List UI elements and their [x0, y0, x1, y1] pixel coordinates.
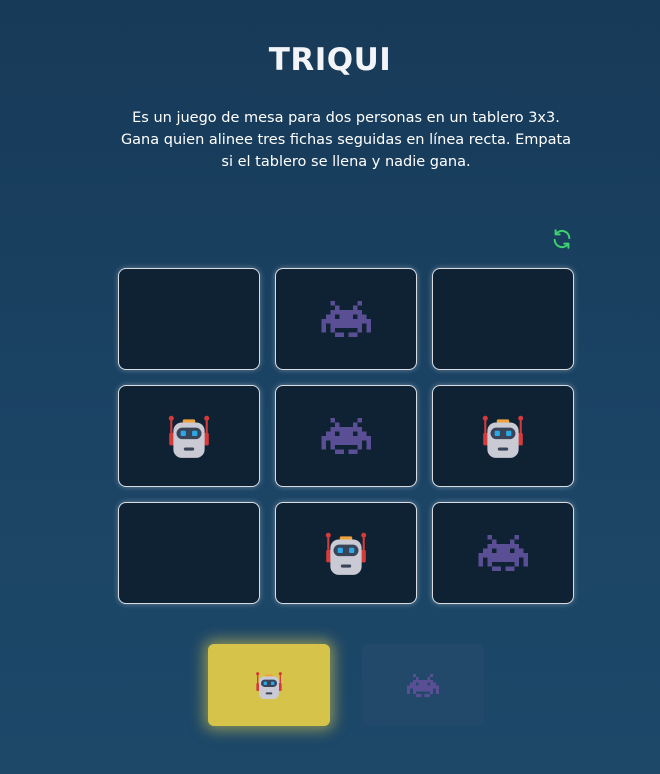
- robot-icon: [253, 669, 285, 701]
- robot-icon: [321, 528, 371, 578]
- space-invader-icon: [321, 418, 371, 454]
- board-cell-3[interactable]: [432, 268, 574, 370]
- robot-icon: [164, 411, 214, 461]
- board-cell-8[interactable]: [275, 502, 417, 604]
- space-invader-icon: [407, 673, 439, 697]
- refresh-icon: [551, 228, 573, 254]
- board-cell-1[interactable]: [118, 268, 260, 370]
- robot-icon: [478, 411, 528, 461]
- board-cell-5[interactable]: [275, 385, 417, 487]
- board-cell-9[interactable]: [432, 502, 574, 604]
- space-invader-icon: [321, 301, 371, 337]
- turn-robot-button[interactable]: [208, 644, 330, 726]
- board-cell-6[interactable]: [432, 385, 574, 487]
- board-cell-4[interactable]: [118, 385, 260, 487]
- turn-alien-button[interactable]: [362, 644, 484, 726]
- game-board: [118, 268, 574, 604]
- game-description: Es un juego de mesa para dos personas en…: [120, 110, 572, 170]
- space-invader-icon: [478, 535, 528, 571]
- turn-indicator: [208, 644, 484, 726]
- page-title: TRIQUI: [268, 42, 392, 78]
- board-cell-2[interactable]: [275, 268, 417, 370]
- board-cell-7[interactable]: [118, 502, 260, 604]
- reset-button[interactable]: [550, 229, 574, 253]
